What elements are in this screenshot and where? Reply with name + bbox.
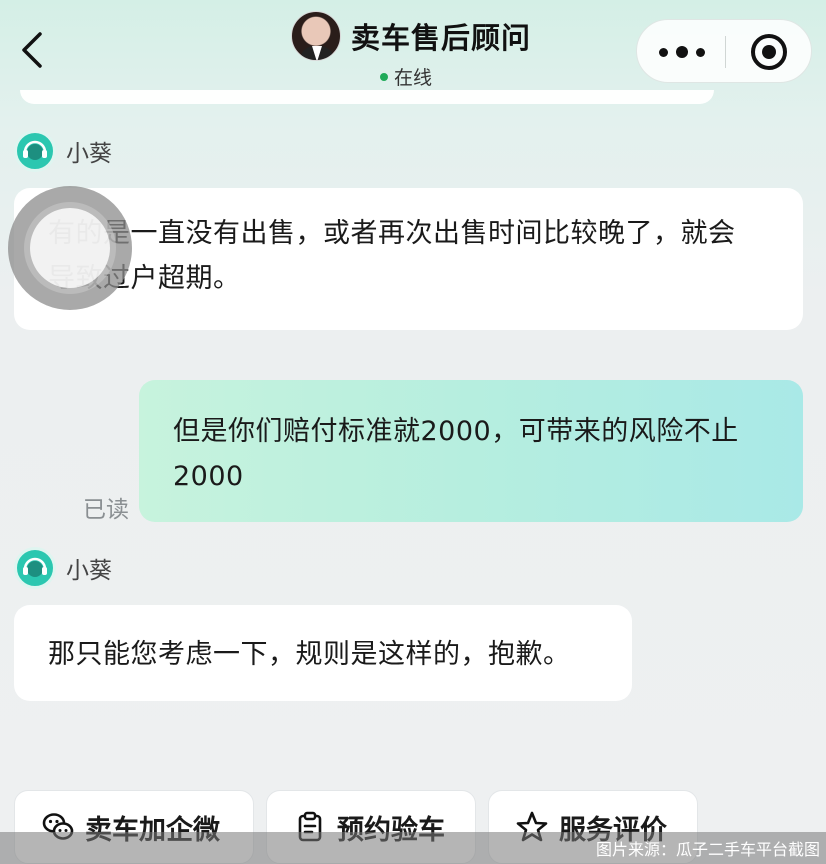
chevron-left-icon: [22, 32, 42, 68]
source-watermark: 图片来源：瓜子二手车平台截图: [595, 840, 820, 859]
agent-header: 小葵: [14, 130, 112, 172]
agent-name: 小葵: [66, 558, 112, 584]
headset-icon: [23, 557, 47, 577]
more-button[interactable]: [659, 38, 705, 66]
previous-message-bubble: [20, 90, 714, 104]
target-icon: [762, 45, 776, 59]
message-bubble-user: 但是你们赔付标准就2000，可带来的风险不止2000: [139, 380, 803, 522]
more-dots-icon: [659, 47, 668, 57]
headset-icon: [23, 140, 47, 160]
mini-program-capsule: [636, 19, 812, 83]
chat-title: 卖车售后顾问: [351, 21, 532, 55]
message-text: 但是你们赔付标准就2000，可带来的风险不止2000: [173, 416, 739, 492]
agent-name: 小葵: [66, 141, 112, 167]
touch-indicator: [8, 186, 132, 310]
message-text: 那只能您考虑一下，规则是这样的，抱歉。: [48, 639, 571, 670]
online-status: 在线: [380, 63, 432, 90]
agent-avatar[interactable]: [14, 130, 56, 172]
message-bubble-agent: 那只能您考虑一下，规则是这样的，抱歉。: [14, 605, 632, 701]
agent-header: 小葵: [14, 547, 112, 589]
capsule-divider: [725, 36, 726, 68]
agent-avatar[interactable]: [14, 547, 56, 589]
online-dot-icon: [380, 72, 388, 81]
advisor-avatar[interactable]: [291, 11, 341, 61]
message-text: 有的是一直没有出售，或者再次出售时间比较晚了，就会导致过户超期。: [48, 218, 736, 294]
chat-header: 卖车售后顾问 在线: [0, 0, 826, 100]
close-mini-program-button[interactable]: [751, 34, 787, 70]
read-receipt: 已读: [83, 497, 129, 523]
online-status-label: 在线: [394, 67, 433, 89]
message-bubble-agent: 有的是一直没有出售，或者再次出售时间比较晚了，就会导致过户超期。: [14, 188, 803, 330]
back-button[interactable]: [18, 30, 48, 70]
